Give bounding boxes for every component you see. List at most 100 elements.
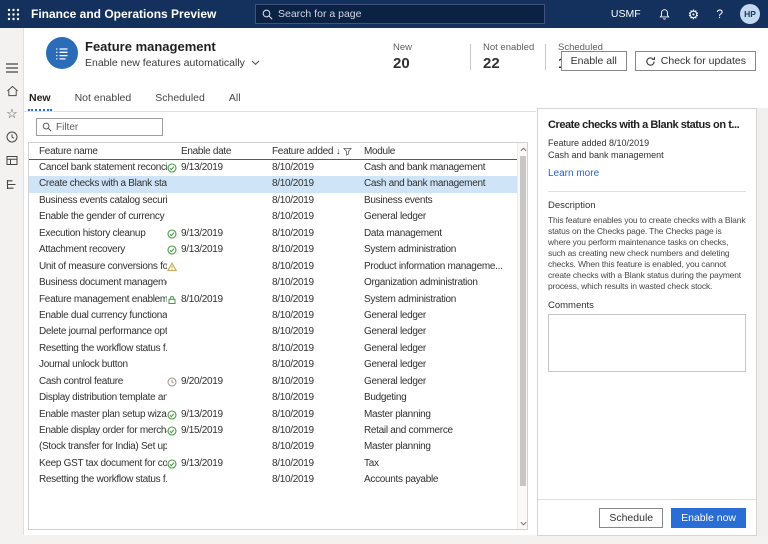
feature-added-cell: 8/10/2019	[272, 324, 364, 340]
table-row[interactable]: Keep GST tax document for con... 9/13/201…	[29, 456, 527, 472]
search-input[interactable]	[278, 8, 538, 20]
feature-name-cell: Enable display order for mercha...	[39, 423, 167, 439]
enable-date-cell: 9/13/2019	[181, 226, 272, 242]
filter-funnel-icon[interactable]	[343, 147, 352, 156]
enable-date-cell: 9/13/2019	[181, 160, 272, 176]
enable-date-cell	[181, 341, 272, 357]
table-row[interactable]: Delete journal performance opti...8/10/2…	[29, 324, 527, 340]
enable-date-cell: 9/13/2019	[181, 456, 272, 472]
enabled-check-icon	[167, 407, 181, 423]
module-cell: Budgeting	[364, 390, 515, 406]
notifications-bell-icon[interactable]	[658, 8, 671, 21]
tab-not-enabled[interactable]: Not enabled	[74, 88, 133, 111]
column-header-feature-added[interactable]: Feature added ↓	[272, 143, 364, 159]
feature-name-cell: Keep GST tax document for con...	[39, 456, 167, 472]
module-cell: General ledger	[364, 341, 515, 357]
learn-more-link[interactable]: Learn more	[548, 168, 599, 179]
company-picker[interactable]: USMF	[611, 8, 641, 20]
tab-scheduled[interactable]: Scheduled	[154, 88, 206, 111]
feature-name-cell: Enable master plan setup wizar...	[39, 407, 167, 423]
table-row[interactable]: Create checks with a Blank statu...8/10/…	[29, 176, 527, 192]
tab-strip: New Not enabled Scheduled All	[24, 88, 536, 112]
table-row[interactable]: Enable dual currency functionali...8/10/…	[29, 308, 527, 324]
tab-new[interactable]: New	[28, 88, 52, 111]
vertical-scrollbar[interactable]	[517, 143, 527, 529]
module-cell: Product information manageme...	[364, 259, 515, 275]
module-cell: System administration	[364, 292, 515, 308]
enabled-check-icon	[167, 160, 181, 176]
feature-name-cell: Cash control feature	[39, 374, 167, 390]
recent-clock-icon[interactable]	[5, 130, 19, 144]
enable-all-button[interactable]: Enable all	[561, 51, 627, 71]
feature-name-cell: Journal unlock button	[39, 357, 167, 373]
feature-name-cell: Business document management	[39, 275, 167, 291]
table-row[interactable]: Cancel bank statement reconcili...9/13/2…	[29, 160, 527, 176]
feature-name-cell: (Stock transfer for India) Set up ...	[39, 439, 167, 455]
table-row[interactable]: Journal unlock button8/10/2019General le…	[29, 357, 527, 373]
feature-management-icon	[46, 37, 78, 69]
table-row[interactable]: Cash control feature9/20/20198/10/2019Ge…	[29, 374, 527, 390]
feature-added-cell: 8/10/2019	[272, 374, 364, 390]
feature-added-cell: 8/10/2019	[272, 472, 364, 488]
global-search[interactable]	[255, 4, 545, 24]
workspaces-icon[interactable]	[5, 153, 19, 167]
enable-date-cell	[181, 324, 272, 340]
feature-grid: Feature name Enable date Feature added ↓…	[28, 142, 528, 530]
feature-name-cell: Resetting the workflow status f...	[39, 472, 167, 488]
column-header-enable-date[interactable]: Enable date	[181, 143, 272, 159]
feature-added-cell: 8/10/2019	[272, 176, 364, 192]
table-row[interactable]: Display distribution template an...8/10/…	[29, 390, 527, 406]
scroll-down-icon[interactable]	[519, 518, 527, 528]
scroll-up-icon[interactable]	[519, 144, 527, 154]
comments-label: Comments	[548, 300, 746, 311]
home-icon[interactable]	[5, 84, 19, 98]
column-header-feature-name[interactable]: Feature name	[39, 143, 181, 159]
module-cell: Organization administration	[364, 275, 515, 291]
panel-module: Cash and bank management	[548, 149, 746, 161]
user-avatar[interactable]: HP	[740, 4, 760, 24]
feature-added-cell: 8/10/2019	[272, 341, 364, 357]
favorites-star-icon[interactable]: ☆	[5, 107, 19, 121]
enabled-check-icon	[167, 456, 181, 472]
enable-date-cell	[181, 176, 272, 192]
enable-mode-dropdown[interactable]: Enable new features automatically	[85, 57, 260, 69]
filter-input[interactable]	[56, 122, 157, 133]
table-row[interactable]: Resetting the workflow status f... 8/10/2…	[29, 472, 527, 488]
enable-date-cell: 8/10/2019	[181, 292, 272, 308]
enable-now-button[interactable]: Enable now	[671, 508, 746, 528]
table-row[interactable]: Feature management enableme...8/10/20198…	[29, 292, 527, 308]
feature-added-cell: 8/10/2019	[272, 292, 364, 308]
panel-feature-added: Feature added 8/10/2019	[548, 137, 746, 149]
help-icon[interactable]: ?	[716, 7, 723, 21]
check-for-updates-button[interactable]: Check for updates	[635, 51, 756, 71]
status-cell	[167, 472, 181, 488]
table-row[interactable]: Enable master plan setup wizar...9/13/20…	[29, 407, 527, 423]
settings-gear-icon[interactable]: ⚙	[688, 8, 700, 21]
tab-all[interactable]: All	[228, 88, 242, 111]
table-row[interactable]: Enable the gender of currency f...8/10/2…	[29, 209, 527, 225]
table-row[interactable]: Business document management8/10/2019Org…	[29, 275, 527, 291]
modules-list-icon[interactable]	[5, 177, 19, 191]
table-row[interactable]: Resetting the workflow status f...8/10/2…	[29, 341, 527, 357]
comments-textarea[interactable]	[548, 314, 746, 372]
table-row[interactable]: Attachment recovery9/13/20198/10/2019Sys…	[29, 242, 527, 258]
status-cell	[167, 439, 181, 455]
column-header-module[interactable]: Module	[364, 143, 505, 159]
table-row[interactable]: Enable display order for mercha...9/15/2…	[29, 423, 527, 439]
sort-descending-icon[interactable]: ↓	[336, 143, 340, 159]
scrollbar-thumb[interactable]	[520, 156, 526, 486]
table-row[interactable]: Business events catalog security8/10/201…	[29, 193, 527, 209]
table-row[interactable]: Execution history cleanup9/13/20198/10/2…	[29, 226, 527, 242]
enabled-check-icon	[167, 226, 181, 242]
product-name: Finance and Operations Preview	[31, 0, 216, 28]
table-row[interactable]: (Stock transfer for India) Set up ...8/1…	[29, 439, 527, 455]
module-cell: Cash and bank management	[364, 176, 515, 192]
table-row[interactable]: Unit of measure conversions for...8/10/2…	[29, 259, 527, 275]
status-cell	[167, 176, 181, 192]
schedule-button[interactable]: Schedule	[599, 508, 663, 528]
grid-header-row: Feature name Enable date Feature added ↓…	[29, 143, 517, 160]
feature-added-cell: 8/10/2019	[272, 193, 364, 209]
module-cell: General ledger	[364, 324, 515, 340]
app-launcher-waffle-icon[interactable]	[7, 8, 20, 21]
hamburger-menu-icon[interactable]	[5, 61, 19, 75]
